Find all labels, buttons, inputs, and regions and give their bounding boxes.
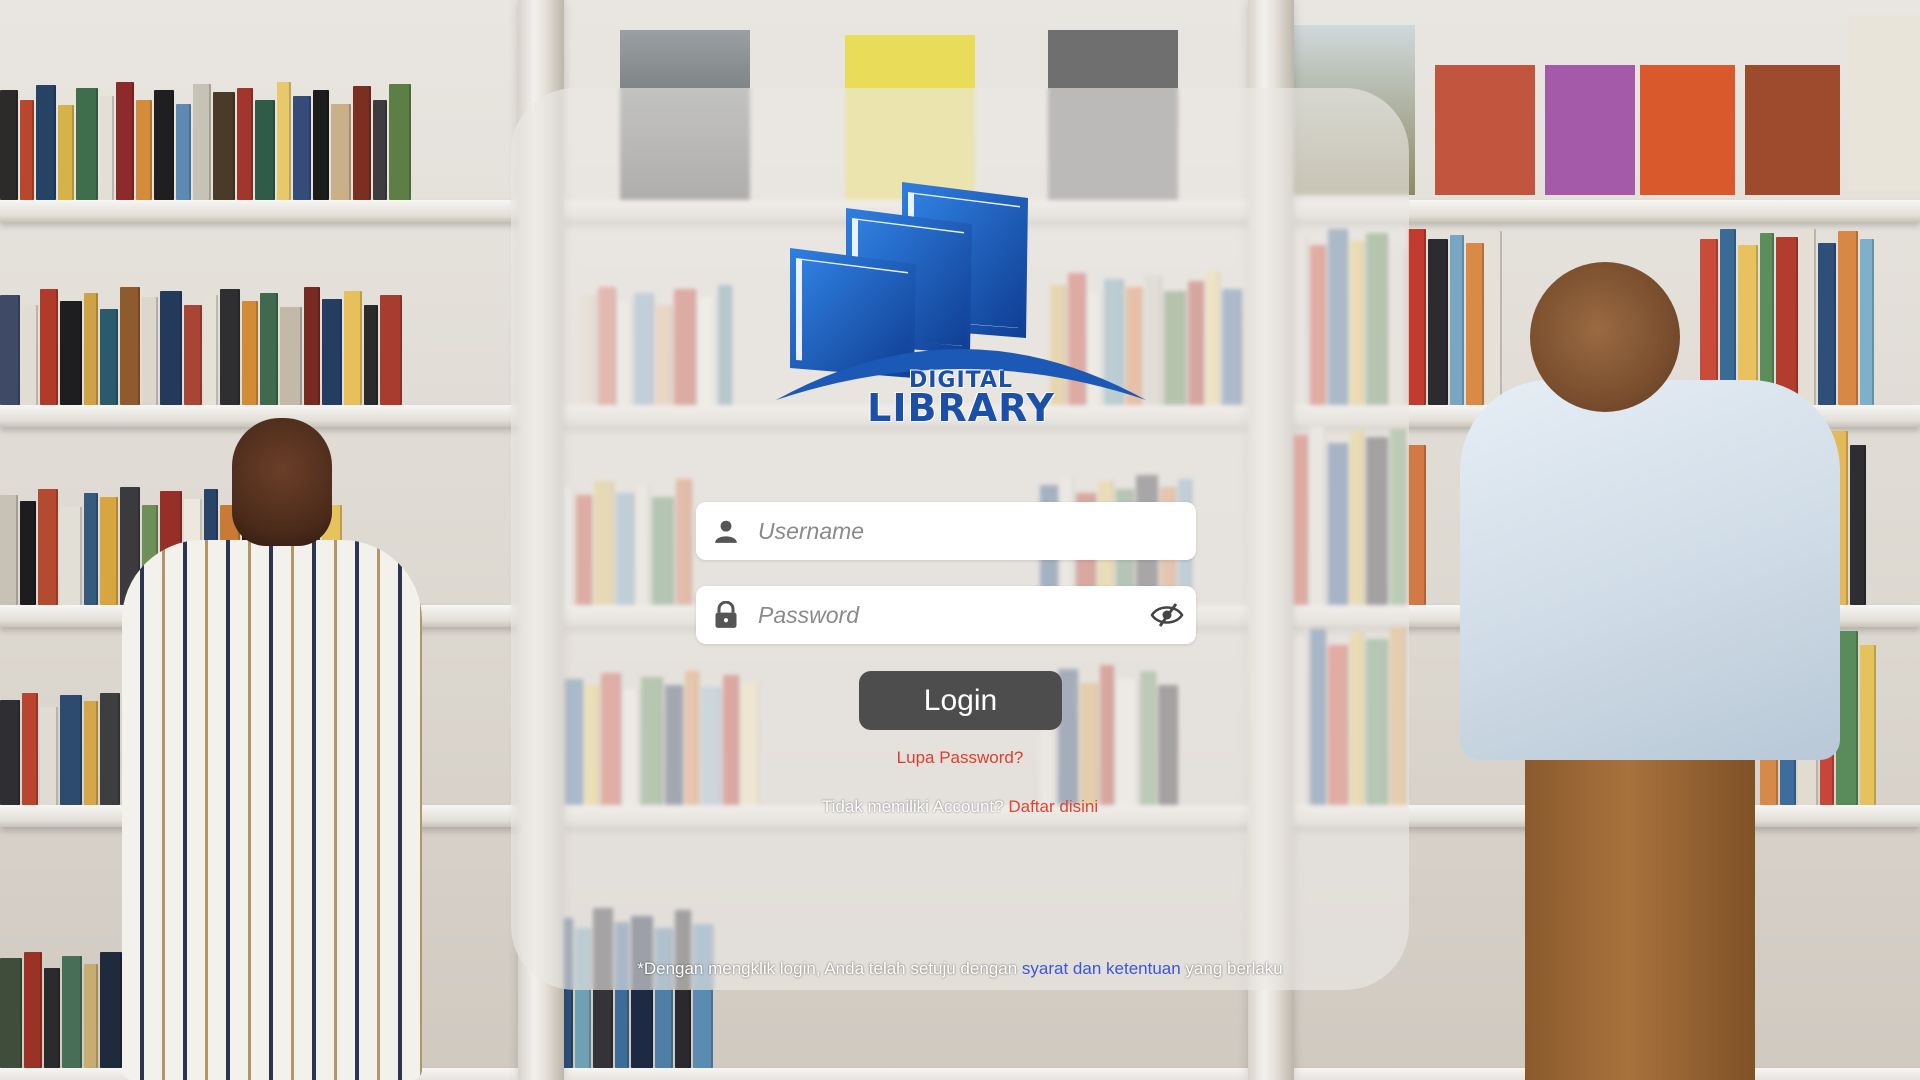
username-field[interactable] xyxy=(696,501,1196,561)
digital-library-logo: DIGITAL LIBRARY xyxy=(776,178,1146,430)
register-prefix-text: Tidak memiliki Account? xyxy=(821,797,1004,816)
password-input[interactable] xyxy=(756,585,1138,645)
terms-notice: *Dengan mengklik login, Anda telah setuj… xyxy=(0,959,1920,979)
register-row: Tidak memiliki Account? Daftar disini xyxy=(0,797,1920,817)
username-input[interactable] xyxy=(756,501,1196,561)
terms-prefix-text: *Dengan mengklik login, Anda telah setuj… xyxy=(637,959,1018,978)
login-button[interactable]: Login xyxy=(859,671,1062,730)
forgot-password-row: Lupa Password? xyxy=(0,748,1920,768)
terms-suffix-text: yang berlaku xyxy=(1185,959,1283,978)
forgot-password-link[interactable]: Lupa Password? xyxy=(897,748,1024,767)
terms-link[interactable]: syarat dan ketentuan xyxy=(1022,959,1181,978)
user-icon xyxy=(696,518,756,544)
eye-slash-icon[interactable] xyxy=(1138,602,1196,628)
register-link[interactable]: Daftar disini xyxy=(1008,797,1098,816)
lock-icon xyxy=(696,601,756,629)
logo-text-library: LIBRARY xyxy=(867,386,1055,430)
password-field[interactable] xyxy=(696,585,1196,645)
